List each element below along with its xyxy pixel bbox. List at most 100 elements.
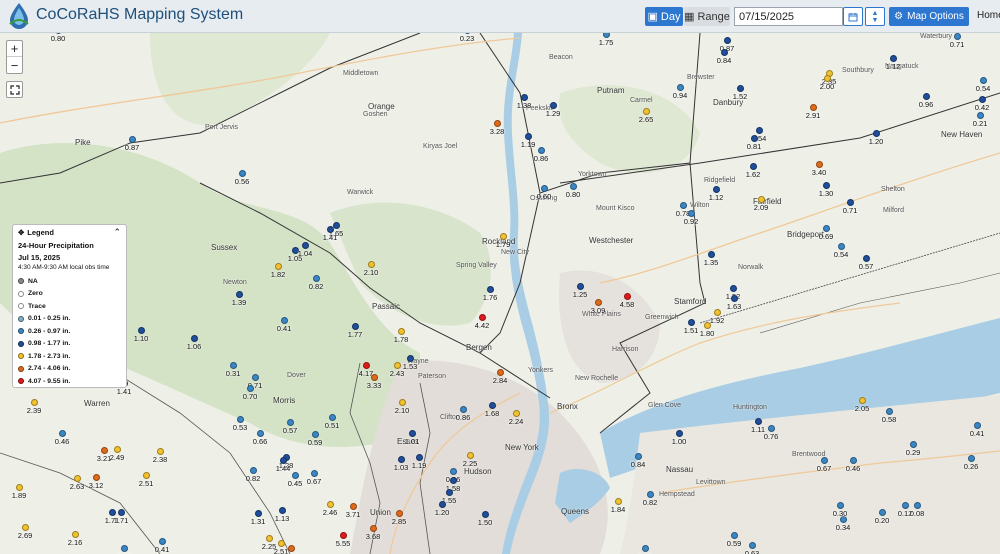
station-dot-icon[interactable]: [138, 327, 145, 334]
station-dot-icon[interactable]: [513, 410, 520, 417]
station-dot-icon[interactable]: [977, 112, 984, 119]
station-dot-icon[interactable]: [487, 286, 494, 293]
station-dot-icon[interactable]: [714, 309, 721, 316]
station-dot-icon[interactable]: [255, 510, 262, 517]
station-dot-icon[interactable]: [257, 430, 264, 437]
station-dot-icon[interactable]: [72, 531, 79, 538]
station-dot-icon[interactable]: [450, 468, 457, 475]
station-dot-icon[interactable]: [266, 535, 273, 542]
station-dot-icon[interactable]: [250, 467, 257, 474]
station-dot-icon[interactable]: [157, 448, 164, 455]
station-dot-icon[interactable]: [635, 453, 642, 460]
station-dot-icon[interactable]: [450, 477, 457, 484]
station-dot-icon[interactable]: [278, 540, 285, 547]
station-dot-icon[interactable]: [521, 94, 528, 101]
station-dot-icon[interactable]: [768, 425, 775, 432]
station-dot-icon[interactable]: [416, 454, 423, 461]
station-dot-icon[interactable]: [363, 362, 370, 369]
station-dot-icon[interactable]: [823, 225, 830, 232]
legend-collapse-button[interactable]: ⌃: [113, 227, 121, 238]
station-dot-icon[interactable]: [252, 374, 259, 381]
station-dot-icon[interactable]: [541, 185, 548, 192]
station-dot-icon[interactable]: [615, 498, 622, 505]
station-dot-icon[interactable]: [821, 457, 828, 464]
station-dot-icon[interactable]: [879, 509, 886, 516]
day-button[interactable]: ▣ Day: [645, 7, 683, 26]
station-dot-icon[interactable]: [890, 55, 897, 62]
station-dot-icon[interactable]: [838, 243, 845, 250]
station-dot-icon[interactable]: [758, 196, 765, 203]
station-dot-icon[interactable]: [749, 542, 756, 549]
station-dot-icon[interactable]: [642, 545, 649, 552]
station-dot-icon[interactable]: [724, 37, 731, 44]
station-dot-icon[interactable]: [159, 538, 166, 545]
zoom-out-button[interactable]: −: [7, 57, 22, 73]
station-dot-icon[interactable]: [624, 293, 631, 300]
station-dot-icon[interactable]: [751, 135, 758, 142]
station-dot-icon[interactable]: [721, 49, 728, 56]
station-dot-icon[interactable]: [279, 507, 286, 514]
station-dot-icon[interactable]: [247, 385, 254, 392]
station-dot-icon[interactable]: [873, 130, 880, 137]
station-dot-icon[interactable]: [312, 431, 319, 438]
map-canvas[interactable]: Middletown Orange Goshen Kiryas Joel Warwick…: [0, 33, 1000, 554]
station-dot-icon[interactable]: [859, 397, 866, 404]
station-dot-icon[interactable]: [230, 362, 237, 369]
station-dot-icon[interactable]: [914, 502, 921, 509]
station-dot-icon[interactable]: [371, 374, 378, 381]
station-dot-icon[interactable]: [109, 509, 116, 516]
station-dot-icon[interactable]: [974, 422, 981, 429]
station-dot-icon[interactable]: [396, 510, 403, 517]
station-dot-icon[interactable]: [677, 84, 684, 91]
range-button[interactable]: ▦ Range: [684, 7, 730, 26]
station-dot-icon[interactable]: [31, 399, 38, 406]
station-dot-icon[interactable]: [368, 261, 375, 268]
station-dot-icon[interactable]: [595, 299, 602, 306]
station-dot-icon[interactable]: [398, 456, 405, 463]
station-dot-icon[interactable]: [704, 322, 711, 329]
station-dot-icon[interactable]: [902, 502, 909, 509]
station-dot-icon[interactable]: [525, 133, 532, 140]
station-dot-icon[interactable]: [497, 369, 504, 376]
station-dot-icon[interactable]: [302, 242, 309, 249]
date-stepper-button[interactable]: ▲ ▼: [865, 7, 885, 26]
move-icon[interactable]: ✥: [18, 228, 24, 237]
map-options-button[interactable]: ⚙ Map Options: [889, 7, 969, 26]
station-dot-icon[interactable]: [74, 475, 81, 482]
station-dot-icon[interactable]: [327, 226, 334, 233]
station-dot-icon[interactable]: [16, 484, 23, 491]
station-dot-icon[interactable]: [847, 199, 854, 206]
station-dot-icon[interactable]: [824, 75, 831, 82]
station-dot-icon[interactable]: [837, 502, 844, 509]
station-dot-icon[interactable]: [910, 441, 917, 448]
station-dot-icon[interactable]: [494, 120, 501, 127]
station-dot-icon[interactable]: [352, 323, 359, 330]
station-dot-icon[interactable]: [886, 408, 893, 415]
station-dot-icon[interactable]: [409, 430, 416, 437]
station-dot-icon[interactable]: [489, 402, 496, 409]
zoom-in-button[interactable]: +: [7, 41, 22, 57]
station-dot-icon[interactable]: [292, 472, 299, 479]
station-dot-icon[interactable]: [755, 418, 762, 425]
fullscreen-button[interactable]: [6, 81, 23, 98]
station-dot-icon[interactable]: [280, 457, 287, 464]
station-dot-icon[interactable]: [482, 511, 489, 518]
station-dot-icon[interactable]: [118, 509, 125, 516]
station-dot-icon[interactable]: [281, 317, 288, 324]
home-link[interactable]: Home: [977, 10, 1000, 21]
station-dot-icon[interactable]: [538, 147, 545, 154]
station-dot-icon[interactable]: [399, 399, 406, 406]
station-dot-icon[interactable]: [737, 85, 744, 92]
station-dot-icon[interactable]: [398, 328, 405, 335]
station-dot-icon[interactable]: [980, 77, 987, 84]
station-dot-icon[interactable]: [143, 472, 150, 479]
station-dot-icon[interactable]: [979, 96, 986, 103]
station-dot-icon[interactable]: [863, 255, 870, 262]
station-dot-icon[interactable]: [311, 470, 318, 477]
station-dot-icon[interactable]: [114, 446, 121, 453]
station-dot-icon[interactable]: [713, 186, 720, 193]
station-dot-icon[interactable]: [333, 222, 340, 229]
station-dot-icon[interactable]: [59, 430, 66, 437]
station-dot-icon[interactable]: [643, 108, 650, 115]
date-input[interactable]: [734, 7, 843, 26]
